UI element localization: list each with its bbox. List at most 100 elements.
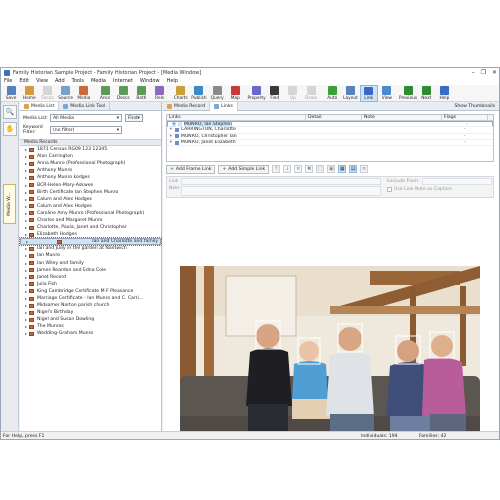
close-button[interactable]: ✕ — [492, 69, 497, 76]
list-item[interactable]: ▸ Ian Wiley and family — [20, 260, 161, 267]
save-button[interactable]: Save — [2, 85, 20, 102]
list-item[interactable]: ▸ King Cambridge Certificate M F Pleasanc… — [20, 288, 161, 295]
list-item[interactable]: ▸ Charles and Margaret Munro — [20, 217, 161, 224]
show-names-icon[interactable]: ▤ — [349, 165, 358, 173]
col-detail[interactable]: Detail — [306, 115, 362, 120]
list-item[interactable]: ▸ Ian and Charlotte and family — [19, 237, 162, 247]
list-item[interactable]: ▸ Julia Fish — [20, 281, 161, 288]
expand-icon[interactable]: + — [169, 134, 173, 139]
col-note[interactable]: Note — [362, 115, 442, 120]
tab-media-record[interactable]: Media Record — [163, 101, 211, 111]
list-item[interactable]: ▸ Nigel and Susan Dowling — [20, 316, 161, 323]
find-button[interactable]: Find — [266, 85, 284, 102]
list-item[interactable]: ▸ James Reardon and Edna Cole — [20, 267, 161, 274]
show-thumbnails-toggle[interactable]: Show Thumbnails — [454, 104, 495, 109]
expand-icon[interactable]: + — [169, 140, 173, 145]
menu-file[interactable]: File — [4, 78, 12, 84]
expand-icon[interactable]: + — [172, 121, 176, 127]
caption-checkbox-row[interactable]: Use Link Note as Caption — [387, 187, 452, 192]
media-list-select[interactable]: All Media ▾ — [50, 114, 122, 122]
maximize-button[interactable]: ❐ — [481, 69, 486, 76]
auto-button[interactable]: Auto — [323, 85, 341, 102]
tab-links[interactable]: Links — [210, 101, 238, 111]
find-button[interactable]: Find ▾ — [125, 114, 143, 122]
list-item[interactable]: ▸ Caroline Amy Munro (Professional Photog… — [20, 210, 161, 217]
media-records-header[interactable]: Media Records — [20, 139, 161, 146]
caption-checkbox[interactable] — [387, 187, 392, 192]
list-item[interactable]: ▸ Elizabeth Hodges — [20, 231, 161, 238]
magnify-icon[interactable]: 🔍 — [3, 105, 17, 119]
list-item[interactable]: ▸ Anna Munro (Professional Photograph) — [20, 160, 161, 167]
minimize-button[interactable]: – — [472, 69, 475, 76]
map-button[interactable]: Map — [226, 85, 244, 102]
help-button[interactable]: Help — [435, 85, 453, 102]
tab-media-link-tool[interactable]: Media Link Tool — [59, 102, 111, 110]
add-frame-link-button[interactable]: + Add Frame Link — [166, 164, 216, 174]
list-item[interactable]: ▸ Anthony Munro kodges — [20, 174, 161, 181]
hand-icon[interactable]: ✋ — [3, 122, 17, 136]
list-item[interactable]: ▸ Janet Record — [20, 274, 161, 281]
table-row[interactable]: + MUNRO, Janet Elizabeth - — [167, 140, 493, 147]
frame-icon[interactable]: ▢ — [316, 165, 325, 173]
view-button[interactable]: View — [378, 85, 396, 102]
menu-tools[interactable]: Tools — [72, 78, 84, 84]
list-item[interactable]: ▸ Ian Munro — [20, 252, 161, 259]
menu-view[interactable]: View — [36, 78, 48, 84]
move-down-icon[interactable]: ↓ — [283, 165, 292, 173]
keyword-filter-select[interactable]: (no filter) ▾ — [50, 126, 122, 134]
note-field[interactable] — [181, 186, 381, 196]
down-button[interactable]: Down — [302, 85, 320, 102]
expand-icon[interactable]: + — [169, 127, 173, 132]
frame-select-icon[interactable]: ▣ — [327, 165, 336, 173]
list-item[interactable]: ▸ Ian and Judy in the garden at Nantwich — [20, 245, 161, 252]
add-simple-link-button[interactable]: + Add Simple Link — [218, 164, 270, 174]
list-item[interactable]: ▸ BCR-Helen-Mary-Askwen — [20, 181, 161, 188]
expand-icon[interactable]: ▸ — [26, 239, 30, 244]
media-button[interactable]: Media — [75, 85, 93, 102]
menu-window[interactable]: Window — [140, 78, 160, 84]
media-photo[interactable] — [180, 266, 480, 439]
charts-button[interactable]: Charts — [172, 85, 190, 102]
link-field[interactable] — [181, 178, 381, 185]
move-up-icon[interactable]: ↑ — [272, 165, 281, 173]
show-frames-icon[interactable]: ▦ — [338, 165, 347, 173]
next-button[interactable]: Next — [417, 85, 435, 102]
home-button[interactable]: Home — [20, 85, 38, 102]
focus-button[interactable]: Focus — [38, 85, 56, 102]
previous-button[interactable]: Previous — [399, 85, 417, 102]
list-item[interactable]: ▸ Charlotte, Paula, Janet and Christopher — [20, 224, 161, 231]
layout-button[interactable]: Layout — [341, 85, 359, 102]
list-item[interactable]: ▸ Marriage Certificate - Ian Munro and C.… — [20, 295, 161, 302]
ancs-button[interactable]: Ancs — [96, 85, 114, 102]
link-properties-icon[interactable]: ≡ — [360, 165, 369, 173]
media-pane-tab[interactable]: Media W... — [3, 184, 16, 224]
list-item[interactable]: ▸ The Munros — [20, 323, 161, 330]
menu-media[interactable]: Media — [91, 78, 106, 84]
delete-all-icon[interactable]: ✖ — [305, 165, 314, 173]
source-button[interactable]: Source — [57, 85, 75, 102]
menu-add[interactable]: Add — [55, 78, 65, 84]
menu-help[interactable]: Help — [167, 78, 178, 84]
menu-edit[interactable]: Edit — [19, 78, 29, 84]
up-button[interactable]: Up — [284, 85, 302, 102]
list-item[interactable]: ▸ Calum and Alex Hodges — [20, 196, 161, 203]
both-button[interactable]: Both — [132, 85, 150, 102]
rels-button[interactable]: Rels — [151, 85, 169, 102]
exclude-from-select[interactable] — [422, 178, 492, 185]
list-item[interactable]: ▸ Birth Certificate Ian Stephen Munro — [20, 189, 161, 196]
list-item[interactable]: ▸ Anthony Munro — [20, 167, 161, 174]
col-links[interactable]: Links — [167, 115, 306, 120]
descs-button[interactable]: Descs — [114, 85, 132, 102]
menu-internet[interactable]: Internet — [113, 78, 133, 84]
delete-icon[interactable]: ✕ — [294, 165, 303, 173]
list-item[interactable]: ▸ Alan Carrington — [20, 153, 161, 160]
list-item[interactable]: ▸ 1871 Census RG09 123 12345 — [20, 146, 161, 153]
publish-button[interactable]: Publish — [190, 85, 208, 102]
list-item[interactable]: ▸ Wedding-Graham Munro — [20, 330, 161, 337]
tab-media-list[interactable]: Media List — [20, 102, 60, 110]
property-button[interactable]: Property — [247, 85, 266, 102]
list-item[interactable]: ▸ Midsomer Norton parish church — [20, 302, 161, 309]
list-item[interactable]: ▸ Nigel's Birthday — [20, 309, 161, 316]
link-button[interactable]: Link — [359, 85, 378, 102]
query-button[interactable]: Query — [208, 85, 226, 102]
